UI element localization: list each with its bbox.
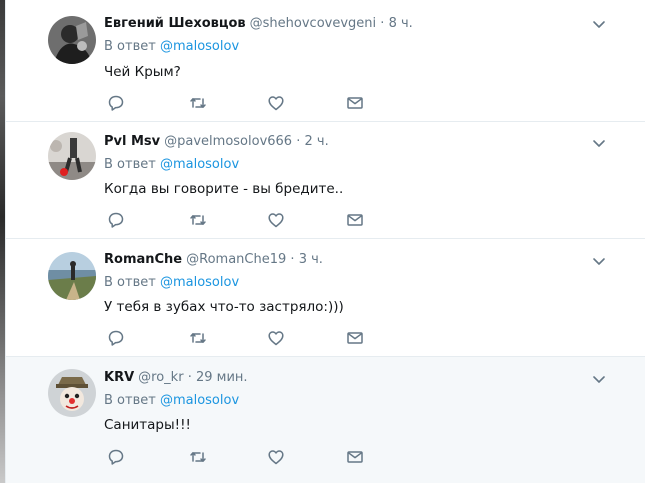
envelope-icon[interactable] xyxy=(346,448,364,466)
tweet-time[interactable]: 29 мин. xyxy=(196,370,248,385)
heart-icon[interactable] xyxy=(267,211,285,229)
reply-mention-link[interactable]: @malosolov xyxy=(160,157,239,172)
retweet-icon[interactable] xyxy=(189,211,207,229)
user-fullname[interactable]: Pvl Msv xyxy=(104,134,160,149)
avatar[interactable] xyxy=(48,16,96,64)
reply-prefix: В ответ xyxy=(104,39,156,54)
reply-prefix: В ответ xyxy=(104,275,156,290)
reply-icon[interactable] xyxy=(107,94,125,112)
user-fullname[interactable]: KRV xyxy=(104,370,134,385)
tweet-text: Чей Крым? xyxy=(104,64,181,80)
tweet-header: Евгений Шеховцов @shehovcovevgeni · 8 ч. xyxy=(104,16,413,32)
separator-dot: · xyxy=(290,252,295,267)
reply-mention-link[interactable]: @malosolov xyxy=(160,275,239,290)
chevron-down-icon[interactable] xyxy=(592,254,606,268)
tweet-time[interactable]: 8 ч. xyxy=(389,16,413,31)
user-handle[interactable]: @RomanChe19 xyxy=(186,252,286,267)
tweet-text: Санитары!!! xyxy=(104,417,191,433)
user-handle[interactable]: @ro_kr xyxy=(138,370,183,385)
separator-dot: · xyxy=(296,134,301,149)
tweet[interactable]: KRV @ro_kr · 29 мин. В ответ @malosolov С… xyxy=(6,357,645,483)
chevron-down-icon[interactable] xyxy=(592,372,606,386)
tweet[interactable]: RomanChe @RomanChe19 · 3 ч. В ответ @malo… xyxy=(6,239,645,357)
reply-context: В ответ @malosolov xyxy=(104,393,239,409)
retweet-icon[interactable] xyxy=(189,448,207,466)
tweet-header: RomanChe @RomanChe19 · 3 ч. xyxy=(104,252,323,268)
reply-mention-link[interactable]: @malosolov xyxy=(160,393,239,408)
user-fullname[interactable]: Евгений Шеховцов xyxy=(104,16,246,31)
reply-context: В ответ @malosolov xyxy=(104,39,239,55)
avatar[interactable] xyxy=(48,252,96,300)
user-handle[interactable]: @shehovcovevgeni xyxy=(250,16,376,31)
reply-prefix: В ответ xyxy=(104,157,156,172)
heart-icon[interactable] xyxy=(267,329,285,347)
tweet[interactable]: Pvl Msv @pavelmosolov666 · 2 ч. В ответ @… xyxy=(6,122,645,239)
retweet-icon[interactable] xyxy=(189,94,207,112)
envelope-icon[interactable] xyxy=(346,94,364,112)
separator-dot: · xyxy=(380,16,385,31)
tweet-time[interactable]: 3 ч. xyxy=(299,252,323,267)
retweet-icon[interactable] xyxy=(189,329,207,347)
reply-context: В ответ @malosolov xyxy=(104,275,239,291)
heart-icon[interactable] xyxy=(267,448,285,466)
reply-icon[interactable] xyxy=(107,448,125,466)
envelope-icon[interactable] xyxy=(346,211,364,229)
tweet-time[interactable]: 2 ч. xyxy=(305,134,329,149)
tweet-text: У тебя в зубах что-то застряло:))) xyxy=(104,299,344,315)
tweet-header: Pvl Msv @pavelmosolov666 · 2 ч. xyxy=(104,134,329,150)
tweet-header: KRV @ro_kr · 29 мин. xyxy=(104,370,248,386)
reply-mention-link[interactable]: @malosolov xyxy=(160,39,239,54)
user-handle[interactable]: @pavelmosolov666 xyxy=(164,134,292,149)
envelope-icon[interactable] xyxy=(346,329,364,347)
reply-feed: Евгений Шеховцов @shehovcovevgeni · 8 ч. … xyxy=(5,0,645,483)
reply-icon[interactable] xyxy=(107,329,125,347)
tweet-text: Когда вы говорите - вы бредите.. xyxy=(104,181,344,197)
reply-icon[interactable] xyxy=(107,211,125,229)
avatar[interactable] xyxy=(48,369,96,417)
reply-prefix: В ответ xyxy=(104,393,156,408)
chevron-down-icon[interactable] xyxy=(592,17,606,31)
heart-icon[interactable] xyxy=(267,94,285,112)
user-fullname[interactable]: RomanChe xyxy=(104,252,182,267)
tweet[interactable]: Евгений Шеховцов @shehovcovevgeni · 8 ч. … xyxy=(6,0,645,122)
avatar[interactable] xyxy=(48,132,96,180)
chevron-down-icon[interactable] xyxy=(592,136,606,150)
reply-context: В ответ @malosolov xyxy=(104,157,239,173)
separator-dot: · xyxy=(187,370,192,385)
